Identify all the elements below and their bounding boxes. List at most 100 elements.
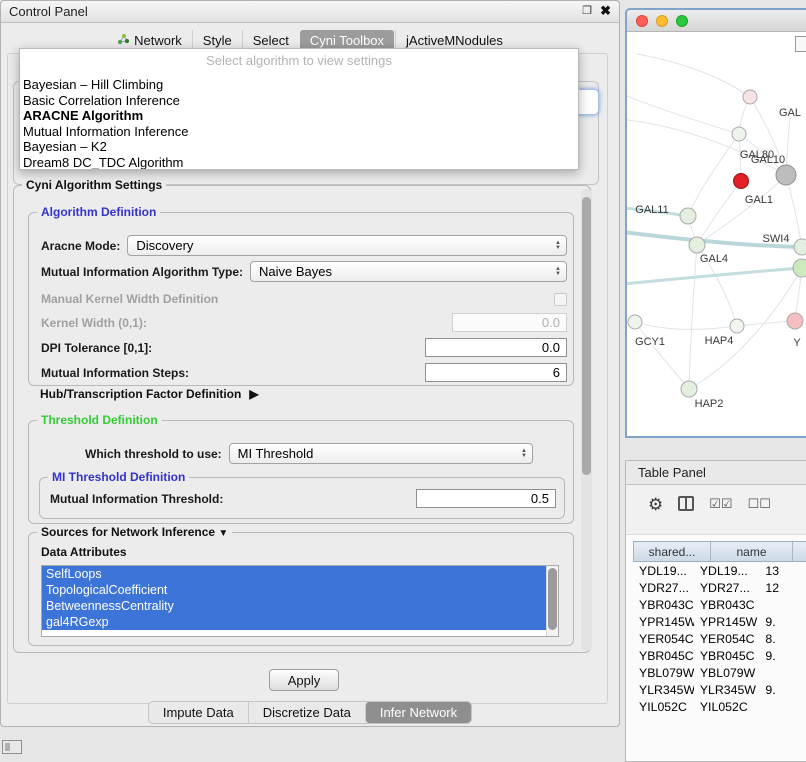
network-canvas-area[interactable]: GALGAL80GAL10GAL11GAL1SWI4GAL4GCY1HAP4YH… bbox=[627, 32, 806, 436]
network-edge[interactable] bbox=[627, 268, 802, 284]
table-row[interactable]: YER054CYER054C8. bbox=[633, 630, 806, 647]
network-node[interactable] bbox=[794, 239, 806, 255]
algorithm-option[interactable]: Bayesian – Hill Climbing bbox=[20, 77, 578, 93]
which-threshold-select[interactable]: MI Threshold ▲▼ bbox=[229, 443, 533, 464]
control-panel-window: Control Panel ❐ ✖ Network Style bbox=[0, 0, 620, 727]
network-node[interactable] bbox=[681, 381, 697, 397]
manual-kernel-checkbox[interactable] bbox=[554, 293, 567, 306]
table-cell: 9. bbox=[759, 683, 806, 697]
table-row[interactable]: YPR145WYPR145W9. bbox=[633, 613, 806, 630]
dpi-tolerance-field[interactable] bbox=[425, 338, 567, 357]
column-header[interactable]: shared... bbox=[634, 542, 710, 561]
network-node[interactable] bbox=[776, 165, 796, 185]
combo-value: Discovery bbox=[136, 238, 193, 253]
minimize-window-icon[interactable] bbox=[656, 15, 668, 27]
network-canvas[interactable]: GALGAL80GAL10GAL11GAL1SWI4GAL4GCY1HAP4YH… bbox=[627, 32, 806, 436]
attribute-item-selected[interactable]: TopologicalCoefficient bbox=[42, 582, 546, 598]
tab-infer-network[interactable]: Infer Network bbox=[365, 702, 471, 723]
dropdown-placeholder: Select algorithm to view settings bbox=[20, 49, 578, 68]
algorithm-option[interactable]: Dream8 DC_TDC Algorithm bbox=[20, 155, 578, 170]
attribute-item-selected[interactable]: gal4RGexp bbox=[42, 614, 546, 630]
network-edge[interactable] bbox=[627, 120, 786, 175]
network-edge[interactable] bbox=[697, 181, 741, 245]
kernel-width-field[interactable] bbox=[452, 313, 567, 332]
node-label: GAL4 bbox=[700, 253, 728, 265]
network-edge[interactable] bbox=[627, 96, 739, 134]
collapse-triangle-icon: ▼ bbox=[218, 528, 228, 539]
cyni-algorithm-settings-group: Cyni Algorithm Settings Algorithm Defini… bbox=[13, 185, 591, 653]
attributes-scrollbar[interactable] bbox=[546, 566, 558, 636]
node-label: HAP4 bbox=[705, 335, 734, 347]
mi-algorithm-type-select[interactable]: Naive Bayes ▲▼ bbox=[250, 261, 567, 282]
network-node[interactable] bbox=[787, 313, 803, 329]
sources-group-title[interactable]: Sources for Network Inference ▼ bbox=[37, 525, 232, 539]
network-edge[interactable] bbox=[635, 322, 689, 389]
table-row[interactable]: YDL19...YDL19...13 bbox=[633, 562, 806, 579]
table-panel-titlebar[interactable]: Table Panel bbox=[626, 461, 806, 485]
table-cell: YLR345W bbox=[694, 683, 760, 697]
network-node[interactable] bbox=[689, 237, 705, 253]
table-cell: YBR045C bbox=[694, 649, 760, 663]
birdseye-view-box[interactable] bbox=[795, 36, 806, 52]
network-node[interactable] bbox=[628, 315, 642, 329]
zoom-window-icon[interactable] bbox=[676, 15, 688, 27]
apply-button[interactable]: Apply bbox=[269, 669, 339, 691]
aracne-mode-select[interactable]: Discovery ▲▼ bbox=[127, 235, 567, 256]
hub-definition-toggle[interactable]: Hub/Transcription Factor Definition ▶ bbox=[40, 387, 259, 401]
aracne-mode-label: Aracne Mode: bbox=[41, 239, 120, 253]
tab-impute-data[interactable]: Impute Data bbox=[149, 702, 248, 723]
network-node[interactable] bbox=[734, 174, 749, 189]
network-node[interactable] bbox=[732, 127, 746, 141]
algorithm-option[interactable]: Basic Correlation Inference bbox=[20, 93, 578, 109]
table-row[interactable]: YIL052CYIL052C bbox=[633, 698, 806, 715]
data-attributes-list[interactable]: SelfLoops TopologicalCoefficient Between… bbox=[41, 565, 559, 637]
close-window-icon[interactable] bbox=[636, 15, 648, 27]
mi-threshold-label: Mutual Information Threshold: bbox=[50, 492, 223, 506]
table-row[interactable]: YBL079WYBL079W bbox=[633, 664, 806, 681]
close-panel-icon[interactable]: ✖ bbox=[600, 3, 611, 19]
network-edge[interactable] bbox=[689, 245, 697, 389]
attribute-item-selected[interactable]: BetweennessCentrality bbox=[42, 598, 546, 614]
select-columns-icon[interactable]: ☑☑ bbox=[709, 496, 732, 512]
column-header[interactable] bbox=[792, 542, 806, 561]
deselect-columns-icon[interactable]: ☐☐ bbox=[748, 496, 771, 512]
column-header[interactable]: name bbox=[710, 542, 792, 561]
node-label: SWI4 bbox=[763, 233, 790, 245]
table-row[interactable]: YLR345WYLR345W9. bbox=[633, 681, 806, 698]
mi-steps-label: Mutual Information Steps: bbox=[41, 366, 189, 380]
node-label: Y bbox=[793, 337, 801, 349]
manual-kernel-label: Manual Kernel Width Definition bbox=[41, 292, 218, 306]
network-edge[interactable] bbox=[637, 54, 750, 97]
mi-threshold-field[interactable] bbox=[416, 489, 556, 508]
scrollbar-thumb[interactable] bbox=[548, 568, 557, 630]
tab-discretize-data[interactable]: Discretize Data bbox=[248, 702, 365, 723]
table-row[interactable]: YBR045CYBR045C9. bbox=[633, 647, 806, 664]
table-cell: YER054C bbox=[633, 632, 694, 646]
float-panel-icon[interactable]: ❐ bbox=[582, 4, 592, 17]
mi-steps-field[interactable] bbox=[425, 363, 567, 382]
table-row[interactable]: YDR27...YDR27...12 bbox=[633, 579, 806, 596]
sources-group: Sources for Network Inference ▼ Data Att… bbox=[28, 532, 574, 646]
attribute-item-selected[interactable]: SelfLoops bbox=[42, 566, 546, 582]
control-panel-titlebar[interactable]: Control Panel ❐ ✖ bbox=[1, 1, 619, 23]
network-window-titlebar[interactable] bbox=[627, 10, 806, 32]
table-row[interactable]: YBR043CYBR043C bbox=[633, 596, 806, 613]
table-cell: YDL19... bbox=[694, 564, 760, 578]
data-attributes-label: Data Attributes bbox=[41, 545, 127, 559]
network-edge[interactable] bbox=[635, 322, 737, 329]
network-edge[interactable] bbox=[737, 321, 795, 326]
columns-icon[interactable] bbox=[678, 496, 694, 511]
algorithm-option[interactable]: Mutual Information Inference bbox=[20, 124, 578, 140]
scrollbar-thumb[interactable] bbox=[582, 197, 591, 475]
gear-icon[interactable]: ⚙ bbox=[648, 496, 663, 514]
network-node[interactable] bbox=[680, 208, 696, 224]
network-node[interactable] bbox=[730, 319, 744, 333]
minimized-panel-icon[interactable] bbox=[2, 740, 22, 754]
settings-scrollbar[interactable] bbox=[581, 189, 592, 651]
network-edge[interactable] bbox=[688, 134, 739, 216]
table-cell: 9. bbox=[759, 649, 806, 663]
network-node[interactable] bbox=[743, 90, 757, 104]
algorithm-option[interactable]: Bayesian – K2 bbox=[20, 139, 578, 155]
network-node[interactable] bbox=[793, 259, 806, 277]
algorithm-option-selected[interactable]: ARACNE Algorithm bbox=[20, 108, 578, 124]
